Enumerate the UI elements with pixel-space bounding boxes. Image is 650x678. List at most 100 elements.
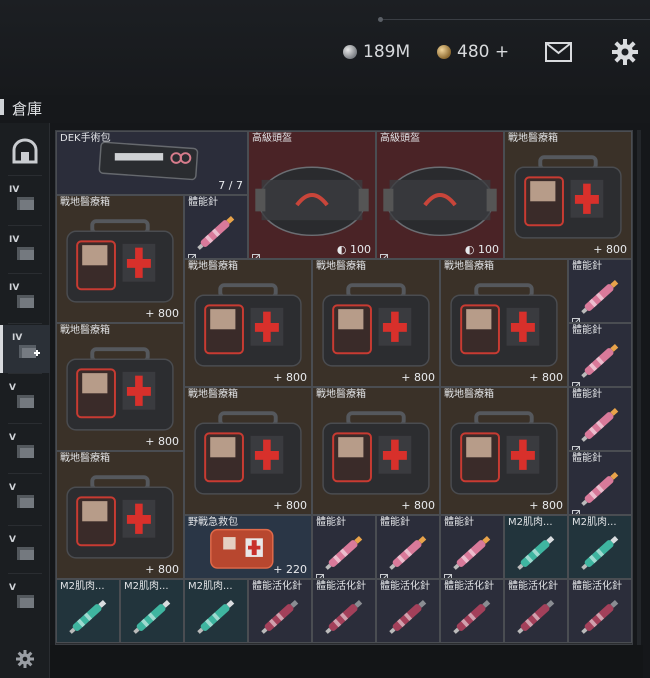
inventory-item-stim2[interactable]: 體能活化針 bbox=[568, 579, 632, 643]
inventory-item-medkit[interactable]: 戰地醫療箱 + 800 bbox=[312, 387, 440, 515]
sidebar-item-2[interactable]: IV bbox=[0, 227, 50, 275]
container-sidebar: IV IV IV IV V V V V V bbox=[0, 123, 50, 678]
inventory-item-medkit[interactable]: 戰地醫療箱 + 800 bbox=[440, 387, 568, 515]
inventory-item-medkit[interactable]: 戰地醫療箱 + 800 bbox=[56, 451, 184, 579]
item-name: M2肌肉... bbox=[124, 581, 169, 592]
inventory-item-m2[interactable]: M2肌肉... bbox=[504, 515, 568, 579]
inventory-item-stim[interactable]: 體能針 bbox=[568, 323, 632, 387]
gold-amount[interactable]: 480 + bbox=[457, 42, 509, 62]
inventory-item-stim[interactable]: 體能針 bbox=[376, 515, 440, 579]
inventory-item-ifak[interactable]: 野戰急救包 + 220 bbox=[184, 515, 312, 579]
no-insurance-icon bbox=[380, 247, 388, 258]
sidebar-item-9[interactable]: V bbox=[0, 575, 50, 623]
item-name: 高級頭盔 bbox=[252, 133, 292, 144]
medkit-icon bbox=[66, 347, 174, 431]
sidebar-separator bbox=[8, 573, 42, 574]
sidebar-separator bbox=[8, 225, 42, 226]
inventory-item-surgical[interactable]: DEK手術包 7 / 7 bbox=[56, 131, 248, 195]
sidebar-settings[interactable] bbox=[0, 635, 50, 678]
sidebar-item-tier: IV bbox=[9, 185, 20, 195]
no-insurance-icon bbox=[316, 567, 324, 578]
durability-value: ◐ 100 bbox=[464, 243, 499, 256]
sidebar-item-7[interactable]: V bbox=[0, 475, 50, 523]
item-value: + 800 bbox=[145, 307, 179, 320]
item-value: + 800 bbox=[273, 371, 307, 384]
item-name: 體能針 bbox=[572, 261, 602, 272]
inventory-item-stim[interactable]: 體能針 bbox=[184, 195, 248, 259]
inventory-item-medkit[interactable]: 戰地醫療箱 + 800 bbox=[56, 323, 184, 451]
inventory-item-medkit[interactable]: 戰地醫療箱 + 800 bbox=[440, 259, 568, 387]
no-insurance-icon bbox=[572, 375, 580, 386]
item-name: 體能針 bbox=[380, 517, 410, 528]
sidebar-separator bbox=[8, 525, 42, 526]
item-name: 野戰急救包 bbox=[188, 517, 238, 528]
inventory-item-stim2[interactable]: 體能活化針 bbox=[312, 579, 376, 643]
item-name: M2肌肉... bbox=[188, 581, 233, 592]
inventory-grid: DEK手術包 7 / 7 高級頭盔 ◐ 100 高級頭盔 ◐ 100 戰地醫療箱 + 800 戰… bbox=[55, 130, 633, 645]
helmet-bag-icon bbox=[383, 166, 497, 237]
title-accent bbox=[0, 99, 4, 115]
sidebar-item-0[interactable] bbox=[0, 127, 50, 175]
inventory-item-medkit[interactable]: 戰地醫療箱 + 800 bbox=[184, 387, 312, 515]
inventory-item-m2[interactable]: M2肌肉... bbox=[568, 515, 632, 579]
item-name: 戰地醫療箱 bbox=[60, 453, 110, 464]
inventory-item-stim[interactable]: 體能針 bbox=[440, 515, 504, 579]
inventory-item-medkit[interactable]: 戰地醫療箱 + 800 bbox=[504, 131, 632, 259]
inventory-item-medkit[interactable]: 戰地醫療箱 + 800 bbox=[184, 259, 312, 387]
item-name: 體能針 bbox=[572, 325, 602, 336]
sidebar-item-5[interactable]: V bbox=[0, 375, 50, 423]
inventory-item-m2[interactable]: M2肌肉... bbox=[120, 579, 184, 643]
item-name: 體能針 bbox=[188, 197, 218, 208]
grid-scrollbar[interactable] bbox=[637, 130, 641, 645]
sidebar-item-3[interactable]: IV bbox=[0, 275, 50, 323]
inventory-item-m2[interactable]: M2肌肉... bbox=[184, 579, 248, 643]
medkit-icon bbox=[514, 155, 622, 239]
item-name: 體能活化針 bbox=[380, 581, 430, 592]
inventory-item-helmet[interactable]: 高級頭盔 ◐ 100 bbox=[376, 131, 504, 259]
item-name: M2肌肉... bbox=[508, 517, 553, 528]
no-insurance-icon bbox=[380, 567, 388, 578]
sidebar-item-tier: IV bbox=[12, 333, 23, 343]
item-name: 戰地醫療箱 bbox=[60, 197, 110, 208]
sidebar-separator bbox=[8, 273, 42, 274]
item-value: + 800 bbox=[145, 563, 179, 576]
item-value: + 800 bbox=[529, 499, 563, 512]
sidebar-item-tier: V bbox=[9, 483, 16, 493]
item-name: 體能活化針 bbox=[444, 581, 494, 592]
inventory-item-medkit[interactable]: 戰地醫療箱 + 800 bbox=[56, 195, 184, 323]
medkit-icon bbox=[450, 411, 558, 495]
inventory-item-stim[interactable]: 體能針 bbox=[312, 515, 376, 579]
inventory-item-stim[interactable]: 體能針 bbox=[568, 387, 632, 451]
item-value: + 800 bbox=[273, 499, 307, 512]
no-insurance-icon bbox=[572, 439, 580, 450]
gear-icon[interactable] bbox=[612, 39, 638, 65]
inventory-item-helmet[interactable]: 高級頭盔 ◐ 100 bbox=[248, 131, 376, 259]
inventory-item-m2[interactable]: M2肌肉... bbox=[56, 579, 120, 643]
dome-icon bbox=[12, 138, 38, 164]
item-value: + 800 bbox=[593, 243, 627, 256]
item-name: 體能針 bbox=[316, 517, 346, 528]
medkit-icon bbox=[322, 411, 430, 495]
item-name: 體能針 bbox=[572, 389, 602, 400]
inventory-item-stim[interactable]: 體能針 bbox=[568, 451, 632, 515]
item-value: 7 / 7 bbox=[218, 179, 243, 192]
sidebar-item-tier: IV bbox=[9, 283, 20, 293]
helmet-bag-icon bbox=[255, 166, 369, 237]
inventory-item-stim2[interactable]: 體能活化針 bbox=[504, 579, 568, 643]
inventory-item-stim[interactable]: 體能針 bbox=[568, 259, 632, 323]
item-value: + 800 bbox=[401, 371, 435, 384]
medkit-icon bbox=[194, 411, 302, 495]
inventory-item-stim2[interactable]: 體能活化針 bbox=[440, 579, 504, 643]
inventory-item-stim2[interactable]: 體能活化針 bbox=[248, 579, 312, 643]
gold-balance[interactable]: 480 + bbox=[437, 40, 509, 64]
inventory-item-stim2[interactable]: 體能活化針 bbox=[376, 579, 440, 643]
medkit-icon bbox=[194, 283, 302, 367]
silver-balance: 189M bbox=[343, 40, 410, 64]
sidebar-item-4[interactable]: IV bbox=[0, 325, 50, 373]
sidebar-item-1[interactable]: IV bbox=[0, 177, 50, 225]
mail-icon[interactable] bbox=[545, 42, 572, 62]
sidebar-item-8[interactable]: V bbox=[0, 527, 50, 575]
sidebar-item-6[interactable]: V bbox=[0, 425, 50, 473]
inventory-item-medkit[interactable]: 戰地醫療箱 + 800 bbox=[312, 259, 440, 387]
sidebar-separator bbox=[8, 473, 42, 474]
